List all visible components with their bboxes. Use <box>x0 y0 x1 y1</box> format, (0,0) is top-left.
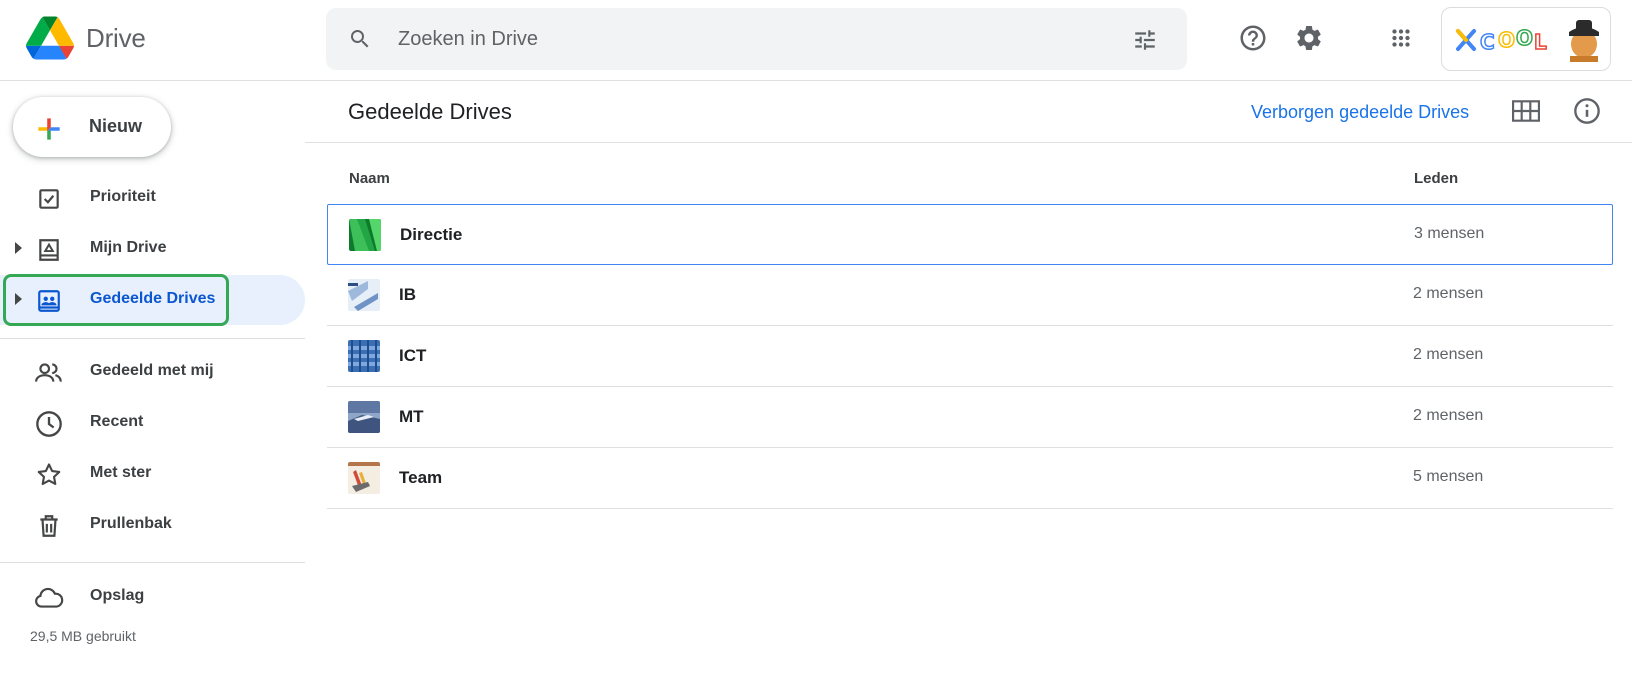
table-row[interactable]: Team 5 mensen <box>327 448 1613 509</box>
table-row[interactable]: Directie 3 mensen <box>327 204 1613 265</box>
page-title: Gedeelde Drives <box>348 99 512 124</box>
shared-with-me-icon <box>34 358 64 388</box>
sidebar-item-met-ster[interactable]: Met ster <box>0 449 305 499</box>
drive-name: IB <box>399 285 416 304</box>
search-input[interactable]: Zoeken in Drive <box>398 28 538 51</box>
drive-name: Directie <box>400 225 463 244</box>
clock-icon <box>34 409 64 439</box>
sidebar-item-label: Met ster <box>90 464 152 481</box>
sidebar-item-label: Gedeeld met mij <box>90 362 214 379</box>
drive-thumbnail <box>348 401 380 433</box>
drive-members: 3 mensen <box>1414 225 1485 242</box>
sidebar-item-label: Prullenbak <box>90 515 172 532</box>
drive-thumbnail <box>349 219 381 251</box>
svg-text:C: C <box>1480 30 1496 54</box>
tune-icon[interactable] <box>1132 27 1158 58</box>
help-icon[interactable] <box>1235 20 1271 56</box>
drive-name: ICT <box>399 346 427 365</box>
drive-members: 2 mensen <box>1413 285 1484 302</box>
plus-icon <box>33 113 65 150</box>
sidebar-item-label: Opslag <box>90 587 145 604</box>
drive-name: MT <box>399 407 424 426</box>
sidebar-item-opslag[interactable]: Opslag <box>0 572 305 622</box>
column-header-members: Leden <box>1414 170 1459 187</box>
drive-members: 2 mensen <box>1413 407 1484 424</box>
header-divider <box>305 142 1632 143</box>
org-logo: C O O L <box>1456 25 1548 55</box>
app-name: Drive <box>86 22 146 53</box>
table-row[interactable]: MT 2 mensen <box>327 387 1613 448</box>
table-row[interactable]: ICT 2 mensen <box>327 326 1613 387</box>
drive-name: Team <box>399 468 443 487</box>
drive-thumbnail <box>348 340 380 372</box>
info-icon[interactable] <box>1569 93 1605 129</box>
trash-icon <box>34 511 64 541</box>
table-row[interactable]: IB 2 mensen <box>327 265 1613 326</box>
expand-caret-icon[interactable] <box>15 242 22 254</box>
svg-text:O: O <box>1516 26 1534 50</box>
search-icon[interactable] <box>348 27 372 56</box>
sidebar-item-label: Recent <box>90 413 144 430</box>
apps-icon[interactable] <box>1383 20 1419 56</box>
grid-view-icon[interactable] <box>1508 93 1544 129</box>
sidebar-divider <box>0 562 305 563</box>
app-header: Drive Zoeken in Drive C O O L <box>0 0 1632 81</box>
sidebar-item-prullenbak[interactable]: Prullenbak <box>0 500 305 550</box>
drive-thumbnail <box>348 462 380 494</box>
sidebar-item-gedeeld-met-mij[interactable]: Gedeeld met mij <box>0 347 305 397</box>
new-button[interactable]: Nieuw <box>13 97 171 157</box>
sidebar-item-recent[interactable]: Recent <box>0 398 305 448</box>
svg-text:O: O <box>1498 28 1516 52</box>
hidden-shared-drives-link[interactable]: Verborgen gedeelde Drives <box>1251 102 1469 123</box>
selection-highlight <box>3 274 229 326</box>
settings-icon[interactable] <box>1291 20 1327 56</box>
priority-icon <box>34 184 64 214</box>
account-switcher[interactable]: C O O L <box>1441 7 1611 71</box>
drive-members: 5 mensen <box>1413 468 1484 485</box>
sidebar-item-label: Mijn Drive <box>90 239 167 256</box>
sidebar-item-label: Prioriteit <box>90 188 156 205</box>
star-icon <box>34 460 64 490</box>
new-button-label: Nieuw <box>89 116 143 136</box>
drive-logo-icon <box>26 16 74 60</box>
cloud-icon <box>34 583 64 613</box>
storage-usage: 29,5 MB gebruikt <box>30 628 136 644</box>
my-drive-icon <box>34 235 64 265</box>
sidebar-item-mijn-drive[interactable]: Mijn Drive <box>0 224 305 274</box>
search-bar[interactable]: Zoeken in Drive <box>326 8 1187 70</box>
svg-text:L: L <box>1534 30 1548 54</box>
sidebar-divider <box>0 338 305 339</box>
sidebar-item-prioriteit[interactable]: Prioriteit <box>0 173 305 223</box>
drive-logo[interactable]: Drive <box>26 16 146 60</box>
drive-members: 2 mensen <box>1413 346 1484 363</box>
drive-thumbnail <box>348 279 380 311</box>
column-header-name[interactable]: Naam <box>349 170 390 187</box>
avatar[interactable] <box>1566 18 1602 62</box>
